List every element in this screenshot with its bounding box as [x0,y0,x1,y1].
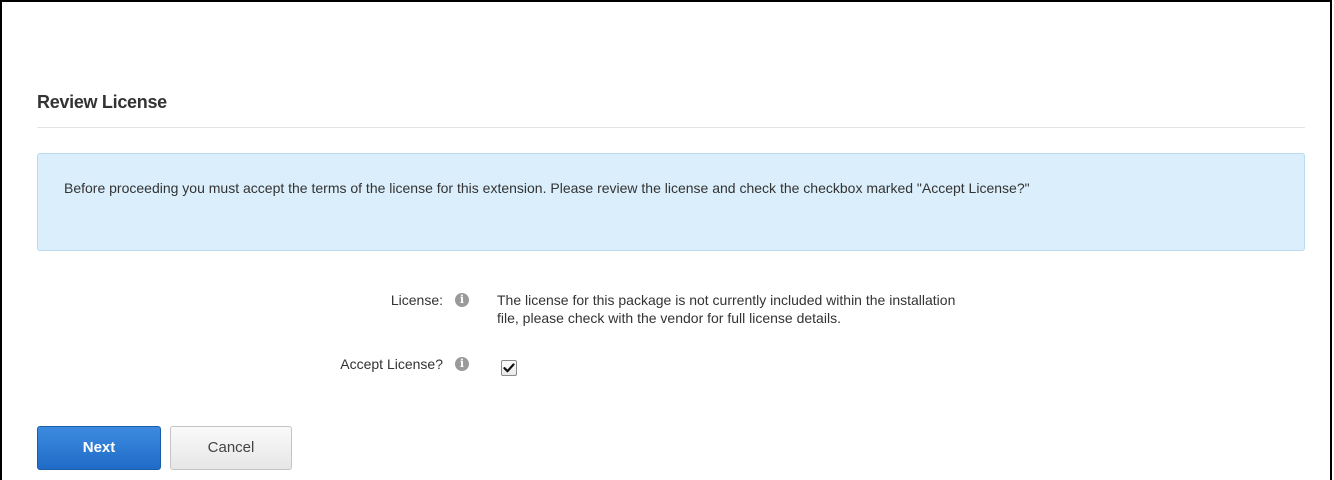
license-help-icon[interactable]: i [455,293,469,307]
license-notice: Before proceeding you must accept the te… [37,153,1305,251]
next-button[interactable]: Next [37,426,161,470]
license-text: The license for this package is not curr… [497,291,1137,327]
accept-license-label: Accept License? [340,356,443,372]
title-divider [37,127,1305,128]
accept-license-checkbox[interactable] [501,360,517,376]
cancel-button[interactable]: Cancel [170,426,292,470]
license-label: License: [390,292,443,308]
license-text-line-1: The license for this package is not curr… [497,292,956,308]
license-notice-text: Before proceeding you must accept the te… [64,180,1030,196]
accept-license-help-icon[interactable]: i [455,357,469,371]
checkmark-icon [503,363,515,373]
page-title: Review License [37,92,167,112]
license-text-line-2: file, please check with the vendor for f… [497,310,841,326]
